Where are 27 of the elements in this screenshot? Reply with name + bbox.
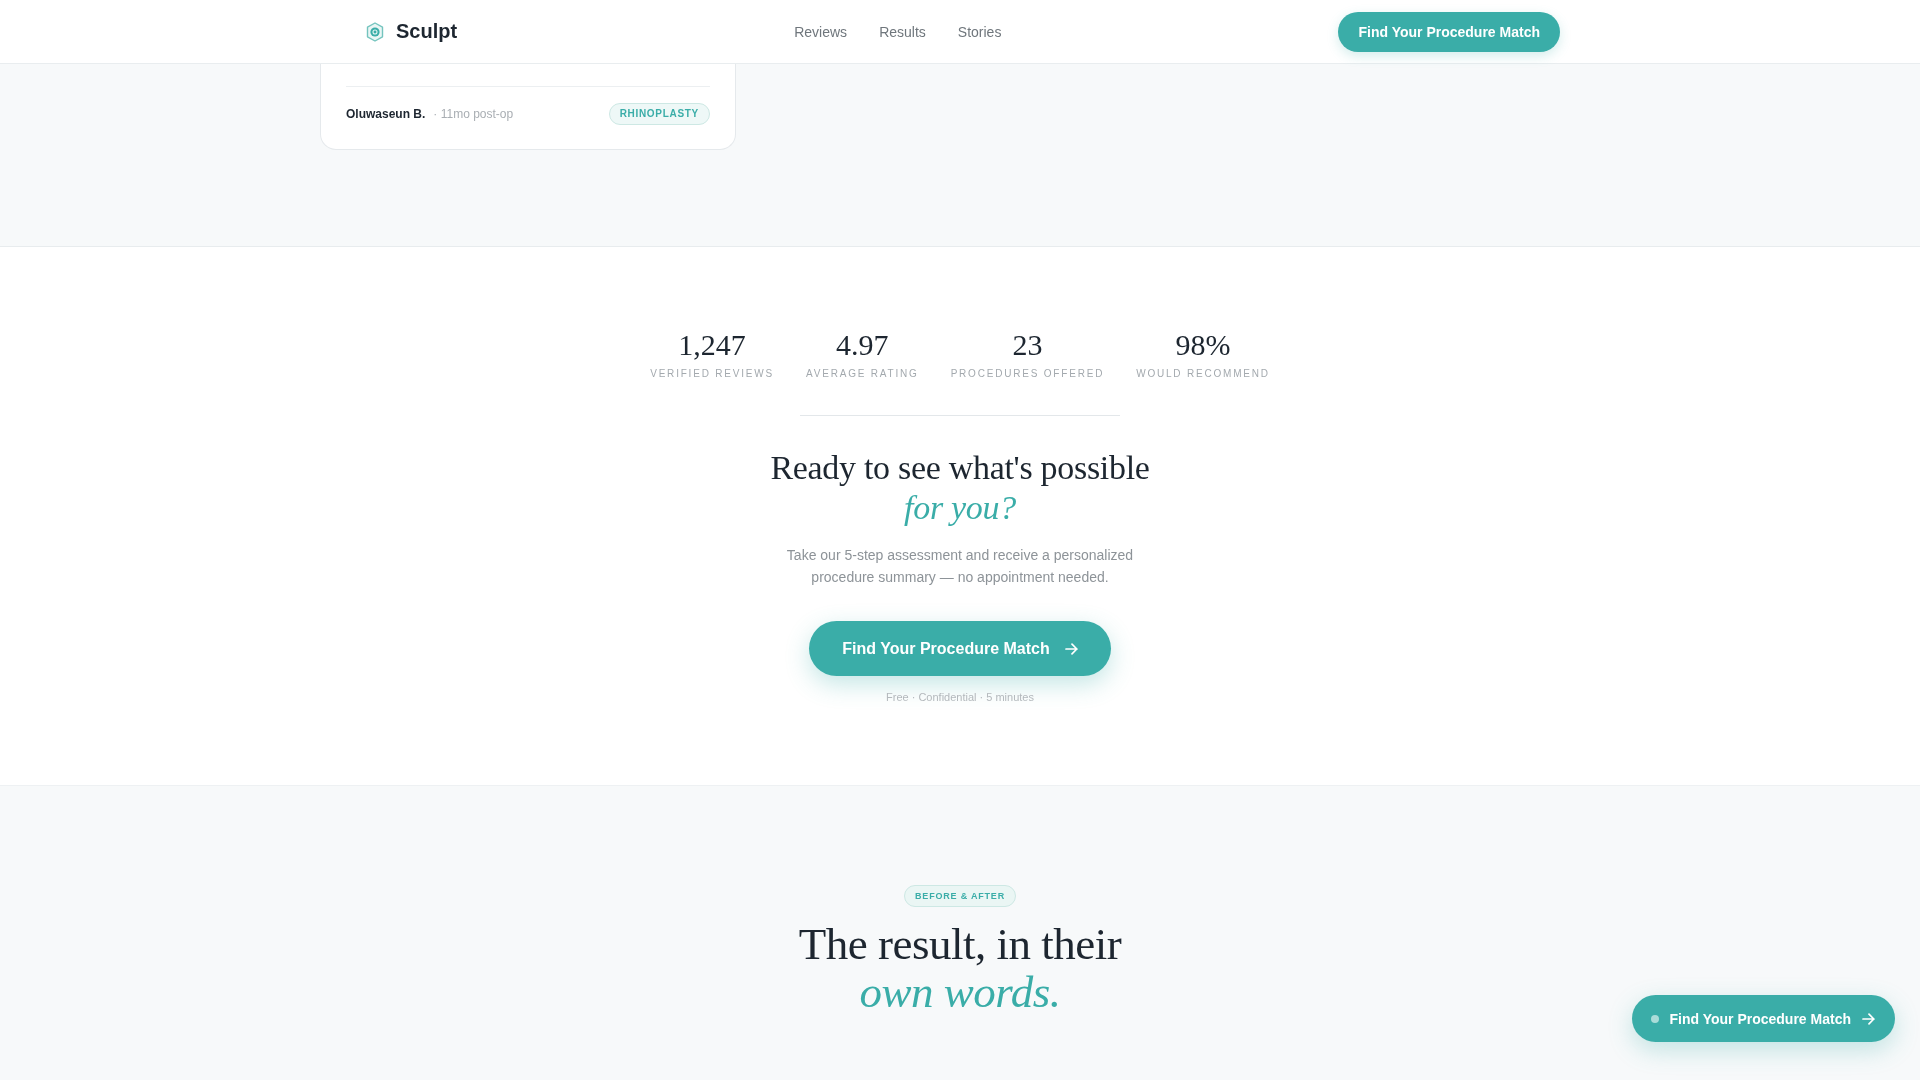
stat-value: 4.97 [836,327,889,363]
cta-button[interactable]: Find Your Procedure Match [809,621,1111,676]
stat-value: 1,247 [678,327,746,363]
reviewer-name: Oluwaseun B. [346,107,426,121]
nav-link[interactable]: Reviews [794,23,848,40]
stat-label: PROCEDURES OFFERED [950,367,1105,381]
arrow-right-icon [1862,1012,1875,1025]
arrow-right-icon [1064,642,1078,655]
hexagon-logo-icon [366,21,384,42]
stat-label: VERIFIED REVIEWS [650,367,774,381]
cta-description: Take our 5-step assessment and receive a personalized procedure summary — no appointment needed. [785,546,1135,587]
section-tag: BEFORE & AFTER [904,885,1016,907]
nav-link[interactable]: Results [879,23,926,40]
floating-cta-button[interactable]: Find Your Procedure Match [1632,995,1895,1042]
cta-heading: Ready to see what's possible for you? [770,448,1150,528]
procedure-tag: RHINOPLASTY [608,103,710,125]
header-cta-button[interactable]: Find Your Procedure Match [1338,11,1560,52]
stat-label: WOULD RECOMMEND [1136,367,1270,381]
stat-value: 98% [1175,327,1231,363]
brand-name[interactable]: Sculpt [396,20,458,43]
cta-note: Free · Confidential · 5 minutes [886,690,1034,704]
stat-label: AVERAGE RATING [806,367,919,381]
nav-link[interactable]: Stories [957,23,1002,40]
stat-value: 23 [1012,327,1043,363]
post-op-time: · 11mo post-op [433,107,514,121]
dot-icon [1651,1014,1660,1023]
section-heading: The result, in their own words. [798,920,1122,1016]
